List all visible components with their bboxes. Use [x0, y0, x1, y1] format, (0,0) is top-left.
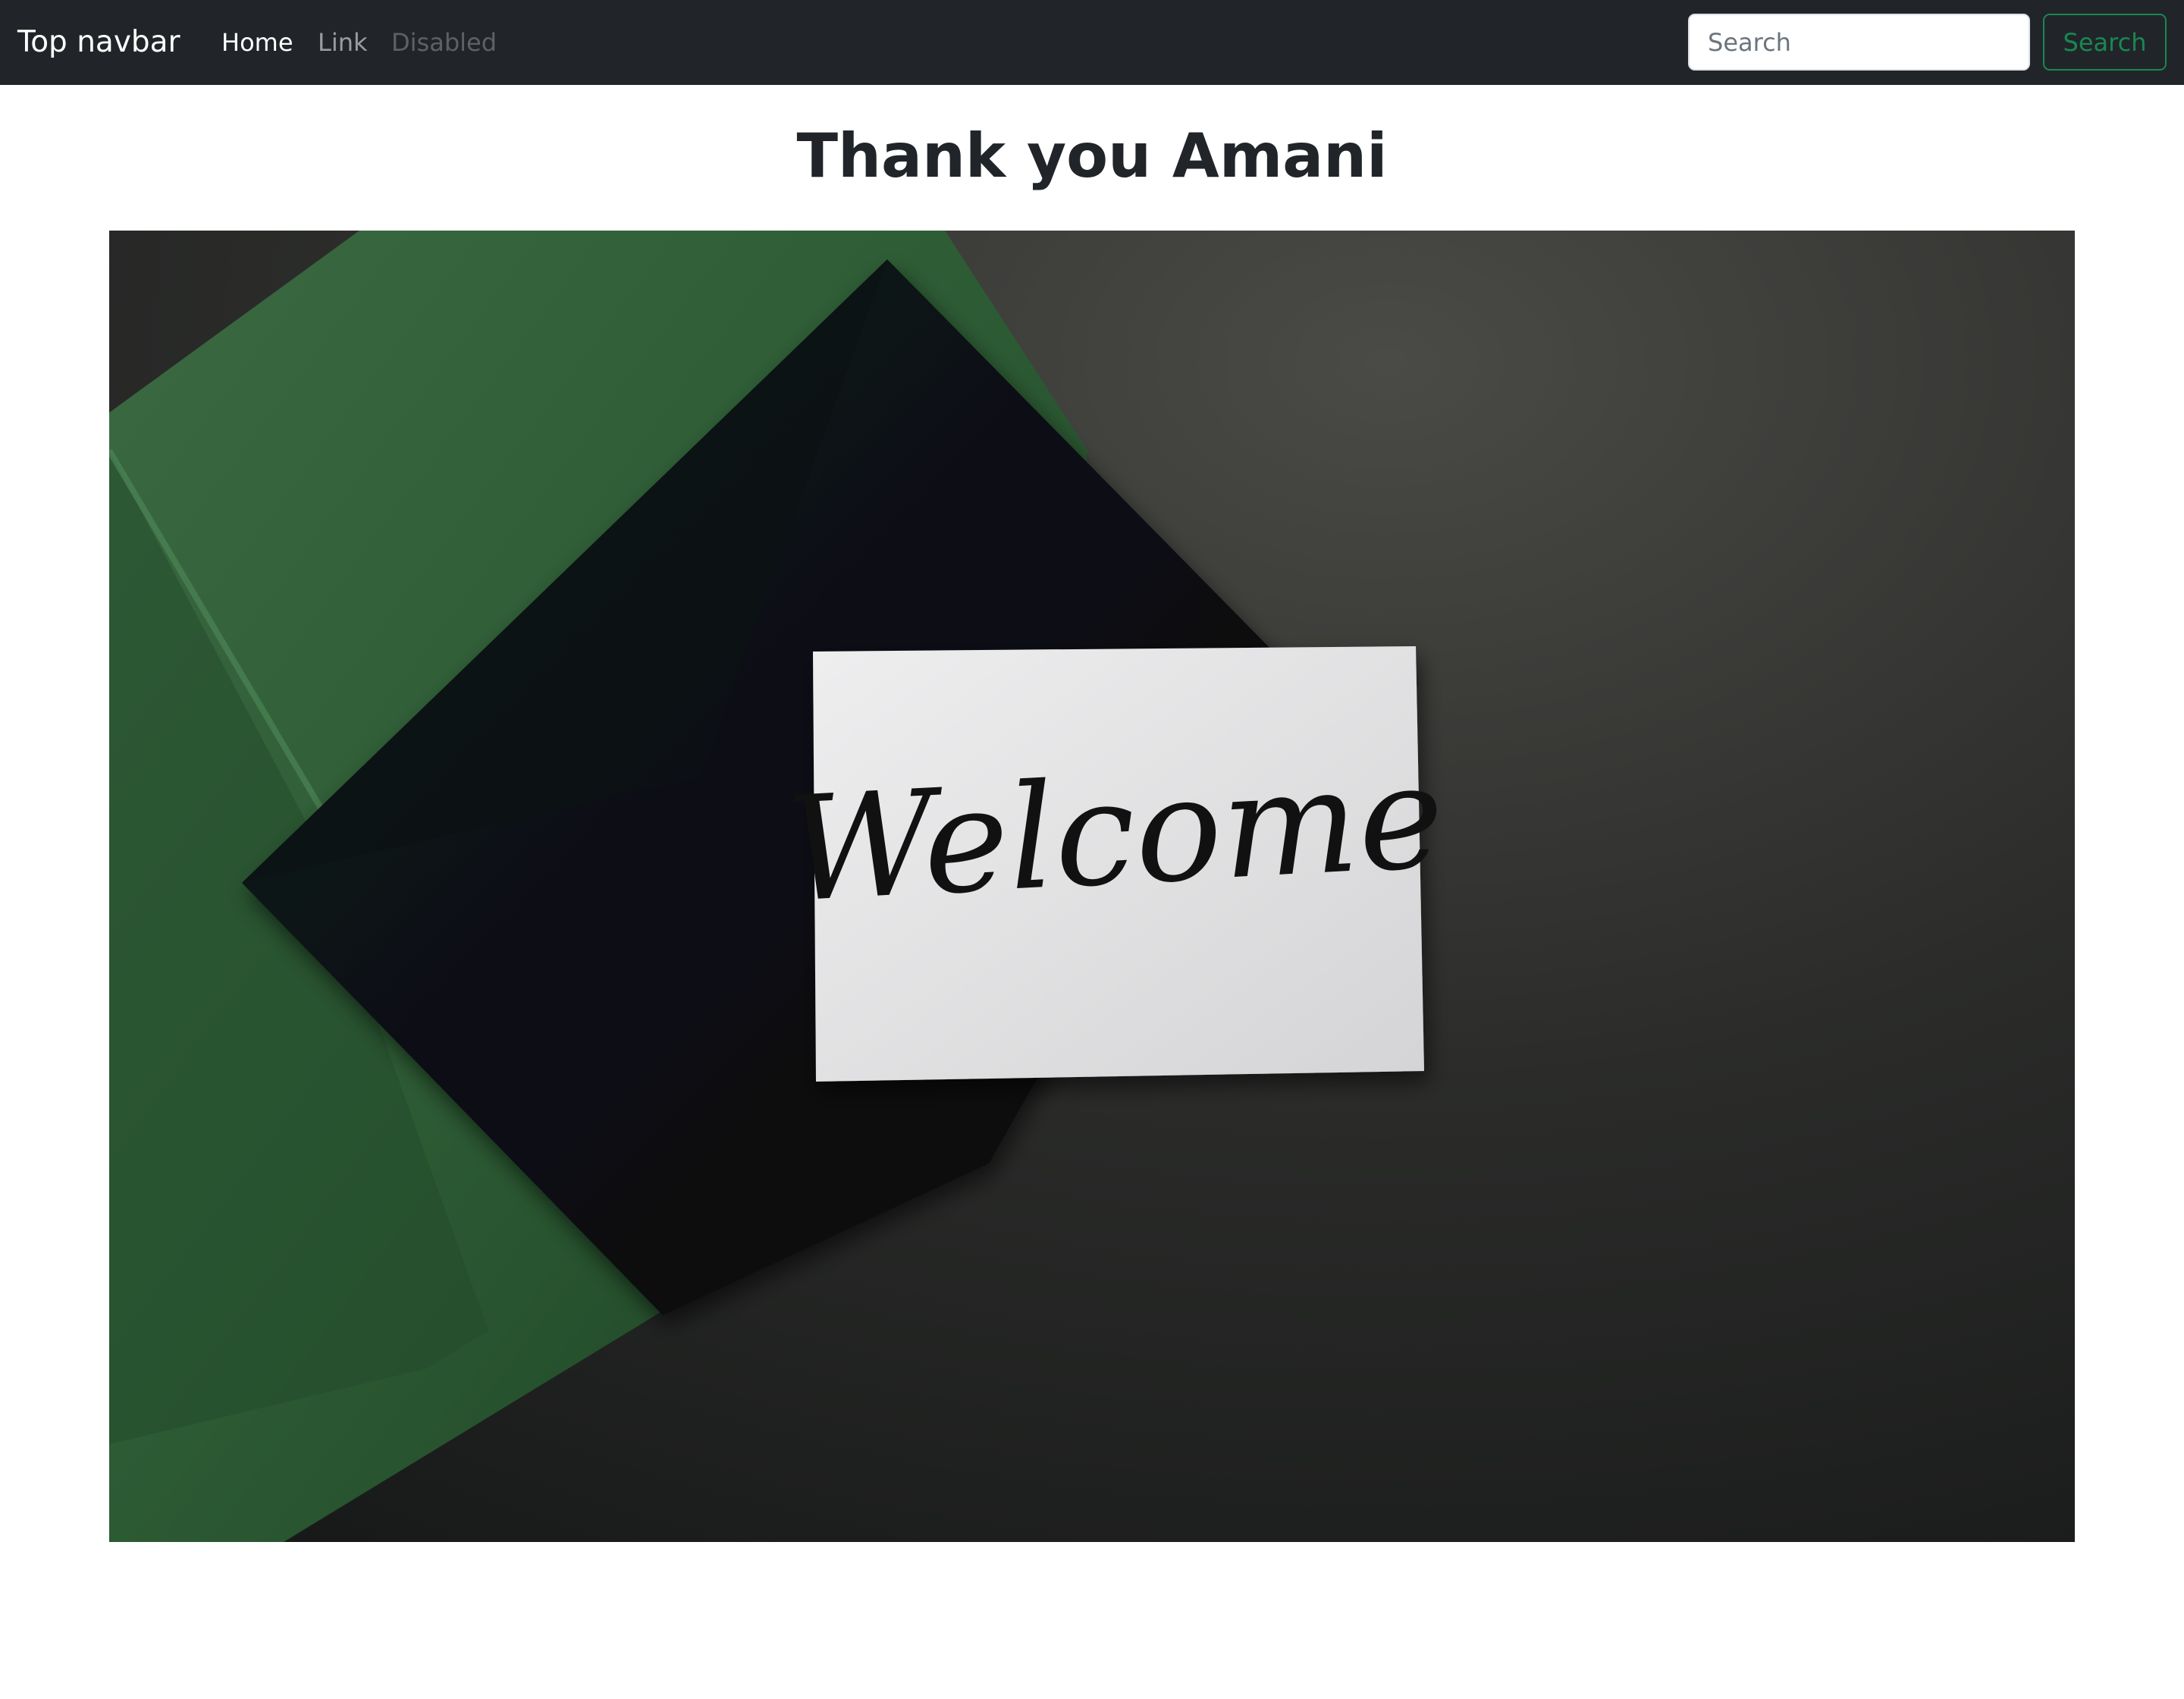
- hero-image: Welcome: [109, 231, 2075, 1542]
- svg-text:Welcome: Welcome: [783, 733, 1448, 934]
- nav-link-disabled: Disabled: [391, 28, 497, 57]
- hero-image-illustration: Welcome: [109, 231, 2075, 1542]
- page-title: Thank you Amani: [796, 121, 1388, 191]
- nav-link-home[interactable]: Home: [221, 24, 293, 61]
- navbar-brand[interactable]: Top navbar: [17, 21, 180, 64]
- top-navbar: Top navbar Home Link Disabled Search: [0, 0, 2184, 85]
- search-button[interactable]: Search: [2043, 14, 2167, 71]
- nav-link-link[interactable]: Link: [318, 24, 368, 61]
- search-input[interactable]: [1688, 14, 2030, 71]
